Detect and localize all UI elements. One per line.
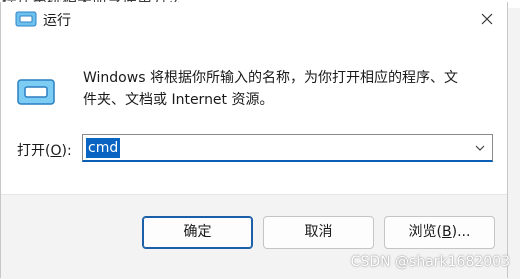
dialog-description: Windows 将根据你所输入的名称，为你打开相应的程序、文 件夹、文档或 In…: [83, 67, 483, 111]
browse-button[interactable]: 浏览(B)...: [384, 216, 495, 249]
ok-button[interactable]: 确定: [142, 216, 253, 249]
run-app-icon: [15, 11, 37, 27]
command-input[interactable]: cmd: [86, 138, 121, 158]
dialog-content: Windows 将根据你所输入的名称，为你打开相应的程序、文 件夹、文档或 In…: [1, 36, 507, 194]
open-label-suffix: ):: [61, 143, 72, 159]
command-combobox[interactable]: cmd: [82, 134, 493, 162]
csdn-watermark: CSDN @shark1682003: [350, 254, 510, 270]
open-label: 打开(O):: [17, 140, 72, 160]
close-button[interactable]: [467, 2, 507, 36]
open-label-prefix: 打开(: [17, 143, 51, 159]
browse-label-prefix: 浏览(: [408, 224, 443, 240]
close-icon: [481, 13, 493, 25]
browse-label-accel: B: [442, 224, 452, 240]
description-line-1: Windows 将根据你所输入的名称，为你打开相应的程序、文: [83, 70, 458, 86]
cancel-button[interactable]: 取消: [263, 216, 374, 249]
run-dialog: 运行 Windows 将根据你所输入的名称，为你打开相应的程序、文 件夹、文档或…: [0, 2, 508, 279]
open-label-accel: O: [50, 143, 62, 159]
window-title: 运行: [43, 13, 71, 29]
title-bar[interactable]: 运行: [1, 2, 507, 36]
run-program-icon: [17, 79, 55, 105]
description-line-2: 件夹、文档或 Internet 资源。: [83, 92, 274, 108]
browse-label-suffix: )...: [451, 224, 471, 240]
chevron-down-icon[interactable]: [474, 142, 486, 154]
